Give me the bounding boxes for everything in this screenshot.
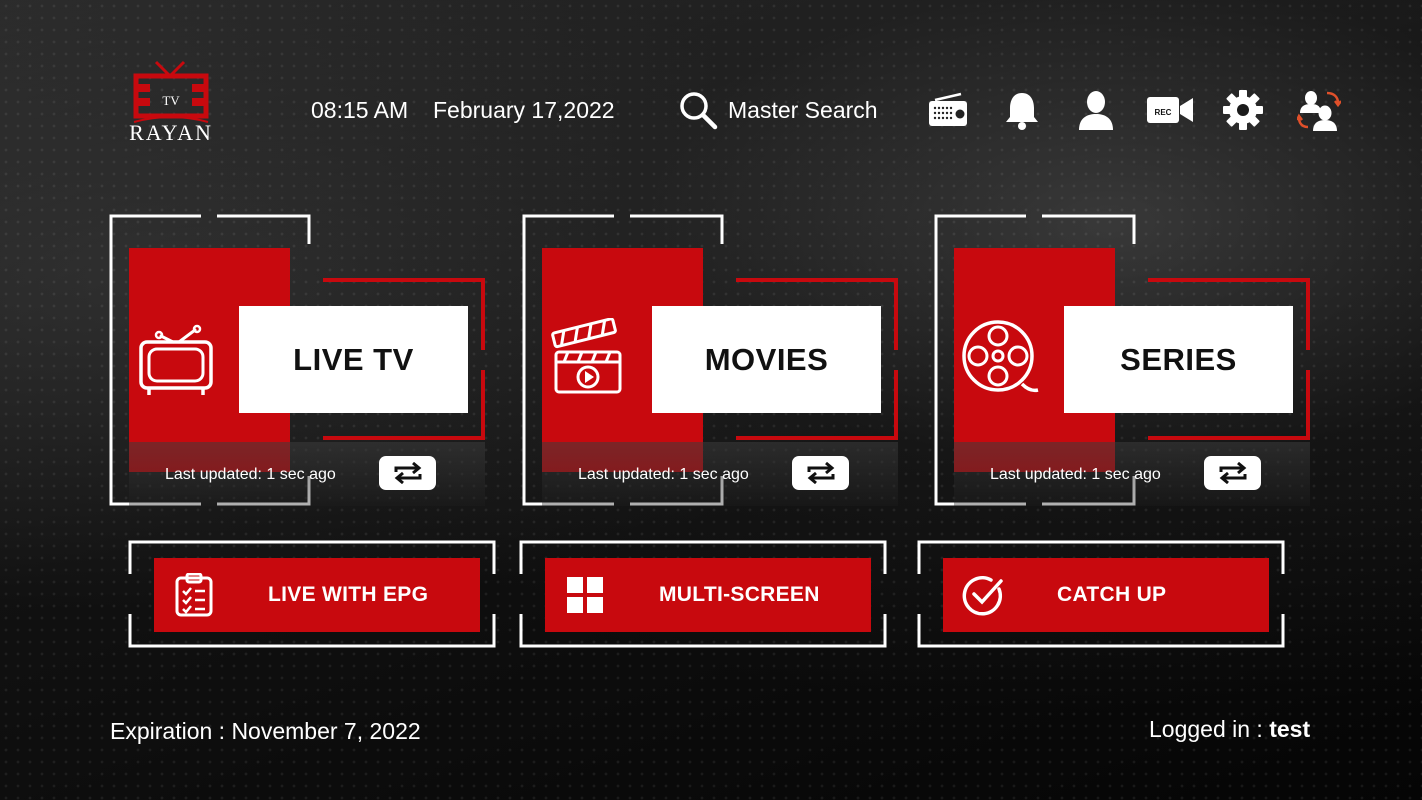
recordings-button[interactable]: REC bbox=[1146, 88, 1194, 132]
multi-screen-button[interactable]: MULTI-SCREEN bbox=[519, 540, 887, 648]
master-search-button[interactable]: Master Search bbox=[678, 88, 878, 132]
series-card[interactable]: SERIES Last updated: 1 sec ago bbox=[934, 214, 1314, 508]
switch-user-icon bbox=[1297, 91, 1341, 131]
movies-card[interactable]: MOVIES Last updated: 1 sec ago bbox=[522, 214, 902, 508]
radio-icon bbox=[929, 92, 967, 126]
last-updated-text: Last updated: 1 sec ago bbox=[165, 466, 336, 483]
card-title: LIVE TV bbox=[239, 306, 468, 413]
button-label: LIVE WITH EPG bbox=[268, 583, 429, 606]
catch-up-button[interactable]: CATCH UP bbox=[917, 540, 1285, 648]
card-title: MOVIES bbox=[652, 306, 881, 413]
film-reel-icon bbox=[962, 320, 1039, 393]
card-title: SERIES bbox=[1064, 306, 1293, 413]
logged-in-label: Logged in : bbox=[1149, 716, 1270, 742]
gear-icon bbox=[1223, 90, 1263, 130]
button-label: CATCH UP bbox=[1057, 583, 1167, 606]
logged-in-status: Logged in : test bbox=[1149, 716, 1310, 743]
check-circle-icon bbox=[962, 576, 1003, 616]
current-date: February 17,2022 bbox=[433, 97, 615, 123]
switch-user-button[interactable] bbox=[1297, 88, 1341, 132]
profile-button[interactable] bbox=[1074, 88, 1118, 132]
recording-icon: REC bbox=[1147, 97, 1193, 123]
clapperboard-icon bbox=[551, 318, 622, 394]
refresh-button[interactable] bbox=[379, 456, 436, 490]
bell-icon bbox=[1006, 93, 1038, 130]
refresh-icon bbox=[807, 462, 834, 484]
refresh-icon bbox=[1219, 462, 1246, 484]
button-body: LIVE WITH EPG bbox=[154, 558, 480, 632]
button-body: CATCH UP bbox=[943, 558, 1269, 632]
settings-button[interactable] bbox=[1221, 88, 1265, 132]
rec-badge: REC bbox=[1155, 108, 1172, 117]
logo-text: RAYAN bbox=[129, 120, 213, 145]
live-tv-card[interactable]: LIVE TV Last updated: 1 sec ago bbox=[109, 214, 489, 508]
radio-button[interactable] bbox=[926, 88, 970, 132]
tv-icon bbox=[139, 324, 213, 395]
last-updated-text: Last updated: 1 sec ago bbox=[990, 466, 1161, 483]
search-icon bbox=[680, 92, 718, 130]
refresh-button[interactable] bbox=[792, 456, 849, 490]
expiration-text: Expiration : November 7, 2022 bbox=[110, 718, 421, 744]
username: test bbox=[1269, 716, 1311, 742]
profile-icon bbox=[1079, 91, 1113, 130]
logo-tv-icon: TV bbox=[133, 60, 209, 123]
grid-icon bbox=[567, 577, 603, 613]
live-with-epg-button[interactable]: LIVE WITH EPG bbox=[128, 540, 496, 648]
app-logo: TV RAYAN bbox=[126, 60, 216, 146]
clock-time: 08:15 AM bbox=[311, 97, 409, 123]
button-body: MULTI-SCREEN bbox=[545, 558, 871, 632]
checklist-icon bbox=[175, 573, 213, 617]
refresh-button[interactable] bbox=[1204, 456, 1261, 490]
logo-badge: TV bbox=[162, 93, 180, 108]
master-search-label: Master Search bbox=[728, 96, 878, 123]
notifications-button[interactable] bbox=[1000, 88, 1044, 132]
refresh-icon bbox=[394, 462, 421, 484]
last-updated-text: Last updated: 1 sec ago bbox=[578, 466, 749, 483]
button-label: MULTI-SCREEN bbox=[659, 583, 820, 606]
